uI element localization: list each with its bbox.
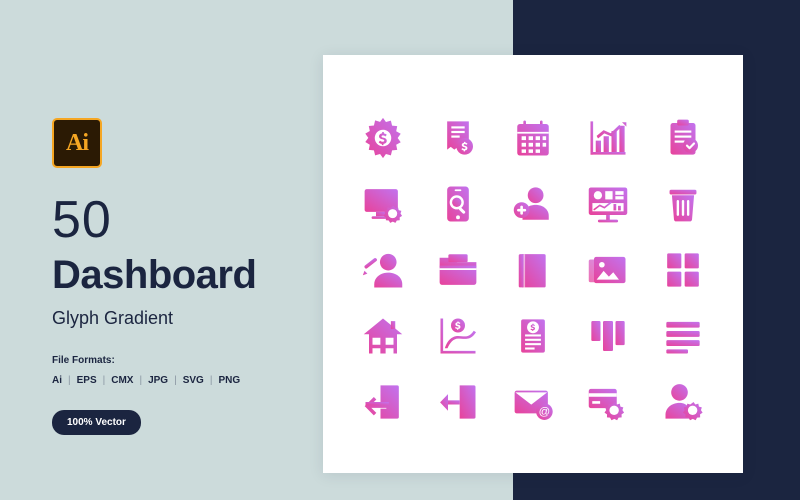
trash-bin-icon <box>669 189 697 222</box>
left-info-column: Ai 50 Dashboard Glyph Gradient File Form… <box>52 118 352 435</box>
file-formats-list: Ai | EPS | CMX | JPG | SVG | PNG <box>52 375 352 386</box>
icon-cell-layout-grid[interactable] <box>571 303 646 369</box>
layout-grid-icon <box>591 321 625 351</box>
icon-cell-list-lines[interactable] <box>646 303 721 369</box>
adobe-illustrator-badge: Ai <box>52 118 102 168</box>
icon-count: 50 <box>52 191 112 249</box>
line-chart-dollar-icon <box>440 318 476 354</box>
icon-cell-card-settings[interactable] <box>571 369 646 435</box>
invoice-dollar-icon <box>446 121 473 155</box>
icon-cell-calendar[interactable] <box>495 105 570 171</box>
icon-cell-email-at[interactable]: @ <box>495 369 570 435</box>
icon-cell-user-settings[interactable] <box>646 369 721 435</box>
home-icon <box>363 318 402 354</box>
format-jpg: JPG <box>148 375 169 386</box>
email-at-icon: @ <box>514 390 553 420</box>
layout-columns-icon <box>667 253 700 287</box>
icon-cell-photo-gallery[interactable] <box>571 237 646 303</box>
open-folder-icon <box>439 254 477 285</box>
monitor-settings-icon <box>364 189 402 223</box>
add-user-icon <box>513 187 549 220</box>
format-eps: EPS <box>76 375 97 386</box>
gear-dollar-icon <box>364 117 401 159</box>
icon-cell-add-user[interactable] <box>495 171 570 237</box>
poster-canvas: Ai 50 Dashboard Glyph Gradient File Form… <box>0 0 800 500</box>
list-lines-icon <box>666 321 701 354</box>
logout-arrow-icon <box>439 385 476 419</box>
page-title: Dashboard <box>52 253 257 297</box>
file-formats-label: File Formats: <box>52 355 115 366</box>
icon-cell-gear-dollar[interactable] <box>345 105 420 171</box>
icon-cell-clipboard-check[interactable] <box>646 105 721 171</box>
icon-cell-presentation-screen[interactable] <box>571 171 646 237</box>
icon-preview-card: @ <box>323 55 743 473</box>
format-separator: | <box>209 375 213 386</box>
icon-cell-home[interactable] <box>345 303 420 369</box>
format-separator: | <box>139 375 143 386</box>
calendar-icon <box>517 120 549 156</box>
bar-chart-growth-icon <box>590 121 627 155</box>
book-icon <box>518 254 546 288</box>
svg-text:@: @ <box>539 406 551 418</box>
icon-grid: @ <box>345 105 721 435</box>
login-arrow-icon <box>364 385 399 419</box>
icon-cell-line-chart-dollar[interactable] <box>420 303 495 369</box>
format-svg: SVG <box>182 375 204 386</box>
card-settings-icon <box>588 388 625 421</box>
icon-cell-monitor-settings[interactable] <box>345 171 420 237</box>
icon-cell-bar-chart-growth[interactable] <box>571 105 646 171</box>
presentation-screen-icon <box>588 187 628 223</box>
vector-badge: 100% Vector <box>52 410 141 435</box>
user-settings-icon <box>665 384 703 421</box>
page-subtitle: Glyph Gradient <box>52 308 174 328</box>
format-separator: | <box>68 375 71 386</box>
clipboard-check-icon <box>670 119 699 155</box>
icon-cell-document-dollar[interactable] <box>495 303 570 369</box>
document-dollar-icon <box>521 319 545 353</box>
format-cmx: CMX <box>111 375 134 386</box>
icon-cell-trash-bin[interactable] <box>646 171 721 237</box>
icon-cell-layout-columns[interactable] <box>646 237 721 303</box>
icon-cell-open-folder[interactable] <box>420 237 495 303</box>
icon-cell-logout-arrow[interactable] <box>420 369 495 435</box>
format-png: PNG <box>218 375 241 386</box>
user-checklist-icon <box>362 253 402 288</box>
icon-cell-login-arrow[interactable] <box>345 369 420 435</box>
icon-cell-user-checklist[interactable] <box>345 237 420 303</box>
format-ai: Ai <box>52 375 62 386</box>
icon-cell-book[interactable] <box>495 237 570 303</box>
adobe-illustrator-badge-label: Ai <box>66 129 89 156</box>
mobile-search-icon <box>446 186 469 222</box>
format-separator: | <box>174 375 177 386</box>
icon-cell-invoice-dollar[interactable] <box>420 105 495 171</box>
format-separator: | <box>102 375 106 386</box>
photo-gallery-icon <box>588 256 626 284</box>
icon-cell-mobile-search[interactable] <box>420 171 495 237</box>
